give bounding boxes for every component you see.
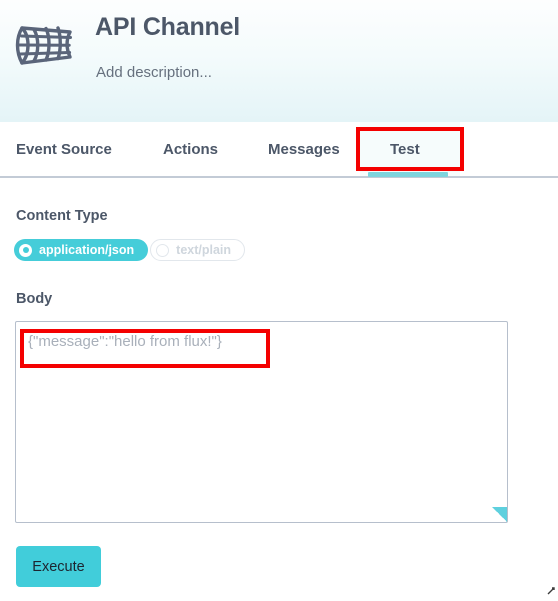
radio-selected-icon xyxy=(19,243,32,257)
tab-active-underline xyxy=(368,172,448,177)
textarea-resize-handle[interactable] xyxy=(492,507,507,522)
page-description[interactable]: Add description... xyxy=(96,64,212,81)
body-label: Body xyxy=(16,291,53,307)
page-title: API Channel xyxy=(95,13,241,41)
content-type-radio-group: application/json text/plain xyxy=(14,239,246,261)
tab-test[interactable]: Test xyxy=(390,122,420,176)
body-textarea-value: {"message":"hello from flux!"} xyxy=(28,333,222,350)
radio-text-plain[interactable]: text/plain xyxy=(150,239,246,261)
radio-application-json[interactable]: application/json xyxy=(14,239,149,261)
resize-cursor-icon xyxy=(546,583,556,595)
tab-messages[interactable]: Messages xyxy=(268,122,340,176)
body-textarea[interactable]: {"message":"hello from flux!"} xyxy=(15,321,508,523)
channel-mesh-icon xyxy=(8,14,84,74)
tab-bar: Event Source Actions Messages Test xyxy=(0,122,558,178)
radio-application-json-label: application/json xyxy=(39,243,135,257)
radio-text-plain-label: text/plain xyxy=(176,243,232,257)
execute-button[interactable]: Execute xyxy=(16,546,101,587)
radio-unselected-icon xyxy=(156,243,170,257)
page-header: API Channel Add description... xyxy=(0,0,558,122)
tab-actions[interactable]: Actions xyxy=(163,122,218,176)
content-type-label: Content Type xyxy=(16,208,108,224)
tab-event-source[interactable]: Event Source xyxy=(16,122,112,176)
